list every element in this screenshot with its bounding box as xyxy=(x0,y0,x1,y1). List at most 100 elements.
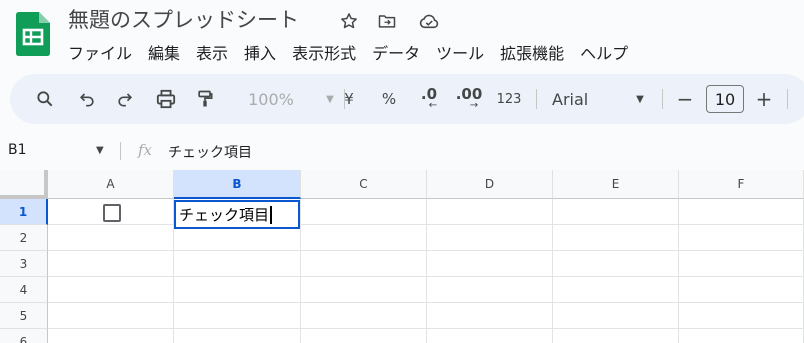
cell-f6[interactable] xyxy=(679,329,804,343)
format-currency-button[interactable]: ¥ xyxy=(338,74,360,124)
menu-format[interactable]: 表示形式 xyxy=(284,38,364,66)
toolbar-separator xyxy=(787,89,788,109)
paint-format-icon[interactable] xyxy=(192,74,218,124)
cell-d3[interactable] xyxy=(427,251,553,277)
cell-f3[interactable] xyxy=(679,251,804,277)
cell-d5[interactable] xyxy=(427,303,553,329)
menu-extensions[interactable]: 拡張機能 xyxy=(492,38,572,66)
cell-c2[interactable] xyxy=(301,225,427,251)
font-dropdown-icon[interactable]: ▼ xyxy=(634,74,646,124)
decrease-font-size-button[interactable]: − xyxy=(674,74,696,124)
cell-d4[interactable] xyxy=(427,277,553,303)
cell-d6[interactable] xyxy=(427,329,553,343)
cell-d1[interactable] xyxy=(427,199,553,225)
spreadsheet-grid: A B C D E F 1 2 3 4 5 6 チェック項目 xyxy=(0,170,804,343)
column-header-a[interactable]: A xyxy=(48,170,174,199)
active-cell-editor[interactable]: チェック項目 xyxy=(174,200,300,229)
cell-c4[interactable] xyxy=(301,277,427,303)
menu-edit[interactable]: 編集 xyxy=(140,38,188,66)
increase-font-size-button[interactable]: + xyxy=(753,74,775,124)
sheets-logo-icon[interactable] xyxy=(16,12,50,56)
cell-e5[interactable] xyxy=(553,303,679,329)
cell-c3[interactable] xyxy=(301,251,427,277)
column-header-b[interactable]: B xyxy=(174,170,301,199)
increase-decimal-button[interactable]: .00 → xyxy=(454,74,484,124)
column-header-e[interactable]: E xyxy=(553,170,679,199)
select-all-corner[interactable] xyxy=(0,170,48,199)
arrow-right-icon: → xyxy=(469,100,479,111)
menu-file[interactable]: ファイル xyxy=(60,38,140,66)
document-title[interactable]: 無題のスプレッドシート xyxy=(68,4,299,34)
decrease-decimal-button[interactable]: .0 ← xyxy=(414,74,444,124)
cell-f2[interactable] xyxy=(679,225,804,251)
move-to-folder-icon[interactable] xyxy=(376,10,398,32)
cell-c5[interactable] xyxy=(301,303,427,329)
menu-data[interactable]: データ xyxy=(364,38,428,66)
font-size-input[interactable]: 10 xyxy=(706,85,744,113)
menu-tools[interactable]: ツール xyxy=(428,38,492,66)
cell-f1[interactable] xyxy=(679,199,804,225)
checkbox-a1[interactable] xyxy=(103,204,121,222)
fx-icon: fx xyxy=(138,141,153,159)
name-box[interactable]: B1 ▼ xyxy=(0,134,122,168)
menu-view[interactable]: 表示 xyxy=(188,38,236,66)
cell-e6[interactable] xyxy=(553,329,679,343)
cell-f5[interactable] xyxy=(679,303,804,329)
undo-icon[interactable] xyxy=(74,74,100,124)
increase-decimal-label: .00 xyxy=(455,85,483,103)
decrease-decimal-label: .0 xyxy=(420,85,438,103)
column-header-f[interactable]: F xyxy=(679,170,804,199)
menu-help[interactable]: ヘルプ xyxy=(572,38,636,66)
cell-b6[interactable] xyxy=(174,329,301,343)
formula-bar: fx チェック項目 xyxy=(122,134,804,168)
cell-a4[interactable] xyxy=(48,277,174,303)
search-menus-icon[interactable] xyxy=(32,74,58,124)
arrow-left-icon: ← xyxy=(428,100,438,111)
zoom-dropdown-icon[interactable]: ▼ xyxy=(324,74,336,124)
menu-insert[interactable]: 挿入 xyxy=(236,38,284,66)
cell-c1[interactable] xyxy=(301,199,427,225)
cloud-saved-icon[interactable] xyxy=(418,10,440,32)
cell-e3[interactable] xyxy=(553,251,679,277)
row-header-5[interactable]: 5 xyxy=(0,303,48,329)
cell-b4[interactable] xyxy=(174,277,301,303)
column-header-d[interactable]: D xyxy=(427,170,553,199)
row-header-1[interactable]: 1 xyxy=(0,199,48,225)
cell-a6[interactable] xyxy=(48,329,174,343)
more-formats-button[interactable]: 123 xyxy=(494,74,524,124)
toolbar: 100% ▼ ¥ % .0 ← .00 → 123 Arial ▼ − 10 + xyxy=(10,74,804,124)
cell-e4[interactable] xyxy=(553,277,679,303)
row-header-6[interactable]: 6 xyxy=(0,329,48,343)
toolbar-separator xyxy=(536,89,537,109)
cell-a1[interactable] xyxy=(48,199,174,225)
zoom-select[interactable]: 100% xyxy=(232,74,310,124)
row-header-4[interactable]: 4 xyxy=(0,277,48,303)
cell-e2[interactable] xyxy=(553,225,679,251)
active-cell-text: チェック項目 xyxy=(179,206,270,224)
cell-a5[interactable] xyxy=(48,303,174,329)
cell-d2[interactable] xyxy=(427,225,553,251)
name-box-value: B1 xyxy=(8,142,27,158)
cell-f4[interactable] xyxy=(679,277,804,303)
formula-input[interactable]: チェック項目 xyxy=(168,142,252,162)
cell-e1[interactable] xyxy=(553,199,679,225)
menubar: ファイル 編集 表示 挿入 表示形式 データ ツール 拡張機能 ヘルプ xyxy=(60,38,636,66)
cell-b3[interactable] xyxy=(174,251,301,277)
column-header-c[interactable]: C xyxy=(301,170,427,199)
font-select[interactable]: Arial xyxy=(552,74,596,124)
redo-icon[interactable] xyxy=(112,74,138,124)
format-percent-button[interactable]: % xyxy=(378,74,400,124)
text-cursor xyxy=(270,205,273,224)
cell-a2[interactable] xyxy=(48,225,174,251)
print-icon[interactable] xyxy=(152,74,180,124)
name-box-dropdown-icon[interactable]: ▼ xyxy=(96,145,104,156)
cell-b5[interactable] xyxy=(174,303,301,329)
row-header-2[interactable]: 2 xyxy=(0,225,48,251)
font-size-field-wrap: 10 xyxy=(705,74,745,124)
toolbar-separator xyxy=(662,89,663,109)
cell-a3[interactable] xyxy=(48,251,174,277)
cell-c6[interactable] xyxy=(301,329,427,343)
star-icon[interactable] xyxy=(338,10,360,32)
row-header-3[interactable]: 3 xyxy=(0,251,48,277)
formula-separator xyxy=(120,142,121,160)
